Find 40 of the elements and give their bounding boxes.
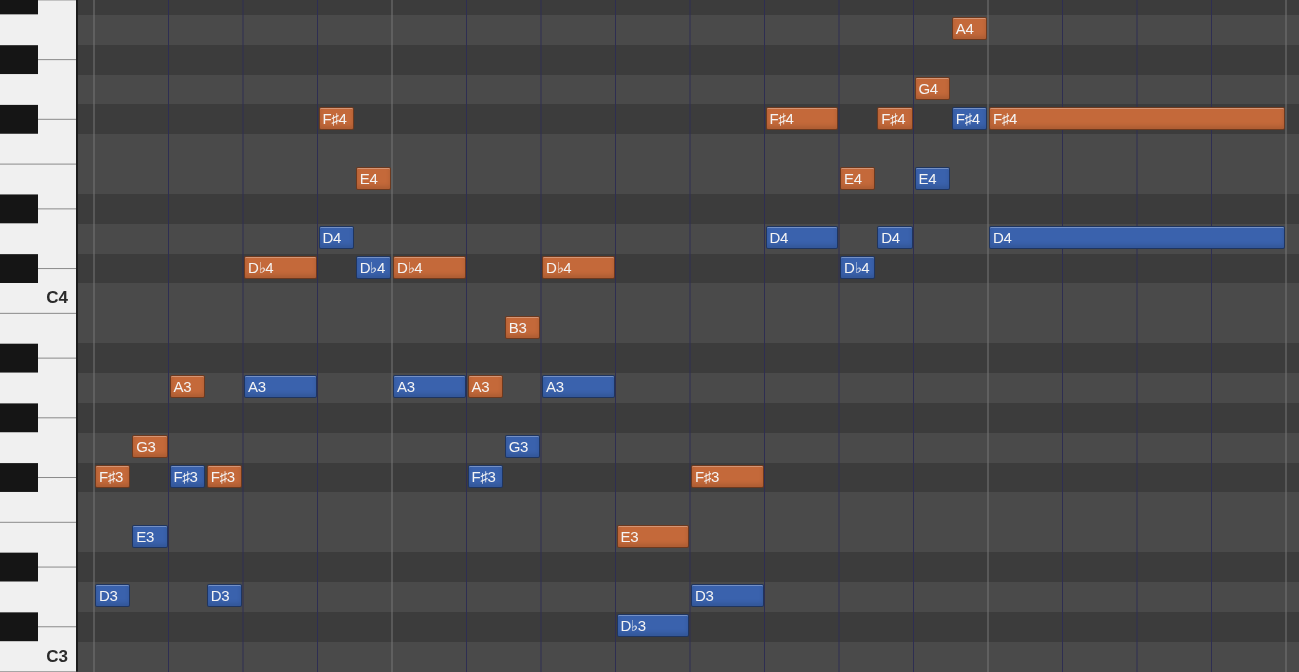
- midi-note[interactable]: D♭4: [244, 256, 317, 280]
- midi-note[interactable]: F♯4: [765, 106, 838, 130]
- midi-note[interactable]: D♭4: [840, 256, 876, 280]
- midi-note[interactable]: F♯4: [989, 106, 1285, 130]
- midi-note[interactable]: E4: [840, 166, 876, 190]
- midi-note[interactable]: D4: [765, 226, 838, 250]
- midi-note[interactable]: D♭4: [542, 256, 615, 280]
- midi-note[interactable]: A4: [951, 17, 987, 41]
- midi-note[interactable]: G3: [132, 435, 168, 459]
- midi-note[interactable]: D3: [206, 584, 242, 608]
- midi-note[interactable]: F♯3: [691, 465, 764, 488]
- midi-note[interactable]: D3: [95, 584, 131, 608]
- midi-note[interactable]: A3: [467, 375, 503, 399]
- midi-note[interactable]: D♭4: [393, 256, 466, 280]
- midi-note[interactable]: E3: [616, 524, 689, 548]
- key-label: C3: [46, 645, 68, 668]
- midi-note[interactable]: F♯4: [877, 106, 913, 130]
- midi-note[interactable]: D♭3: [616, 614, 689, 638]
- midi-note[interactable]: F♯3: [95, 465, 131, 488]
- midi-note[interactable]: D4: [877, 226, 913, 250]
- midi-note[interactable]: F♯4: [951, 106, 987, 130]
- midi-note[interactable]: D♭4: [355, 256, 391, 280]
- midi-note[interactable]: E4: [355, 166, 391, 190]
- midi-note[interactable]: E4: [914, 166, 950, 190]
- midi-note[interactable]: A3: [244, 375, 317, 399]
- midi-note[interactable]: F♯3: [467, 465, 503, 488]
- midi-note[interactable]: F♯3: [169, 465, 205, 488]
- midi-note[interactable]: B3: [504, 315, 540, 339]
- midi-note[interactable]: A3: [169, 375, 205, 399]
- midi-note[interactable]: A3: [542, 375, 615, 399]
- key-label: C4: [46, 287, 68, 310]
- midi-note[interactable]: G3: [504, 435, 540, 459]
- midi-note[interactable]: D4: [318, 226, 354, 250]
- midi-note[interactable]: E3: [132, 524, 168, 548]
- midi-note[interactable]: G4: [914, 77, 950, 101]
- midi-note[interactable]: F♯4: [318, 106, 354, 130]
- midi-note[interactable]: F♯3: [206, 465, 242, 488]
- midi-note[interactable]: A3: [393, 375, 466, 399]
- midi-note[interactable]: D4: [989, 226, 1285, 250]
- midi-note[interactable]: D3: [691, 584, 764, 608]
